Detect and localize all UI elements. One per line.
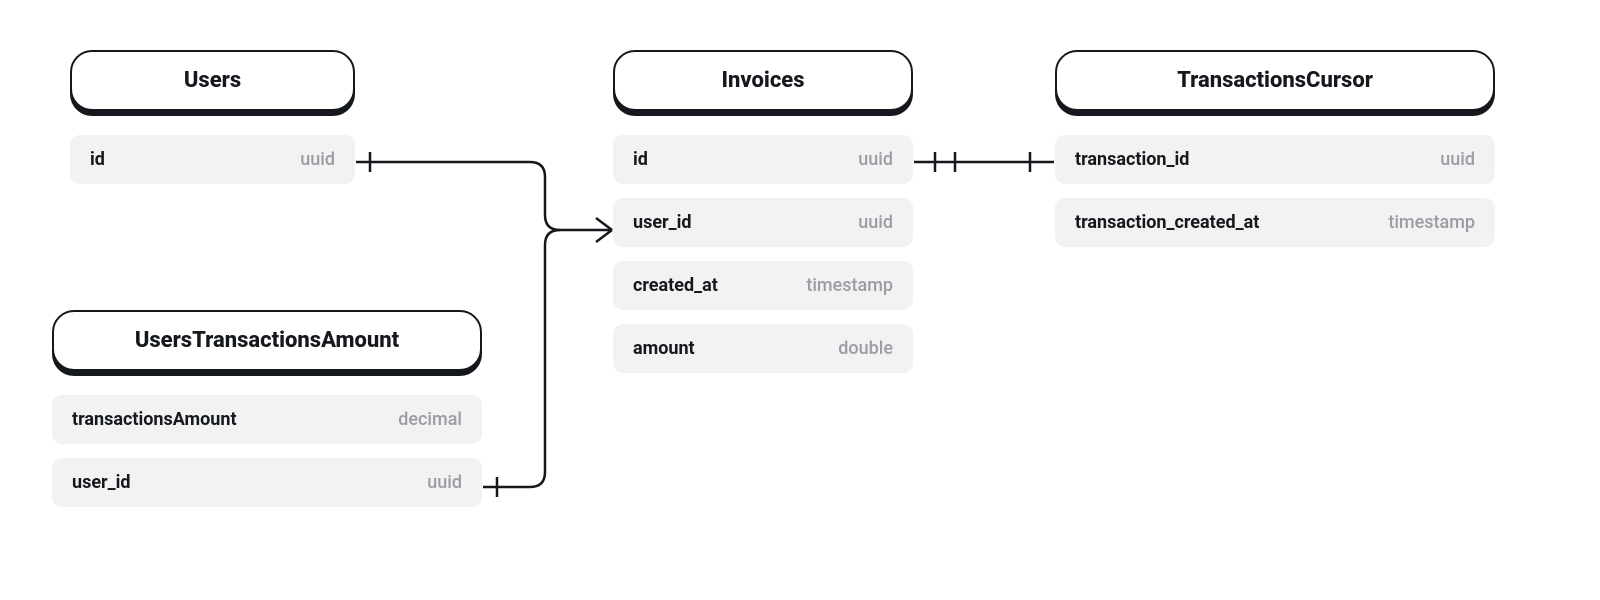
field-users-id: id uuid (70, 135, 355, 184)
relationship-uta-invoices (483, 230, 560, 497)
field-name: user_id (633, 212, 692, 233)
field-uta-user-id: user_id uuid (52, 458, 482, 507)
entity-transactions-cursor: TransactionsCursor transaction_id uuid t… (1055, 50, 1495, 261)
entity-users-header: Users (70, 50, 355, 111)
field-name: id (90, 149, 105, 170)
field-name: amount (633, 338, 695, 359)
field-tc-transaction-created-at: transaction_created_at timestamp (1055, 198, 1495, 247)
field-type: decimal (398, 409, 462, 430)
field-invoices-amount: amount double (613, 324, 913, 373)
field-invoices-id: id uuid (613, 135, 913, 184)
field-type: uuid (858, 212, 893, 233)
entity-tc-header: TransactionsCursor (1055, 50, 1495, 111)
entity-uta-title: UsersTransactionsAmount (135, 328, 399, 353)
field-type: uuid (1440, 149, 1475, 170)
field-type: timestamp (1388, 212, 1475, 233)
field-type: uuid (858, 149, 893, 170)
field-invoices-user-id: user_id uuid (613, 198, 913, 247)
field-name: transaction_created_at (1075, 212, 1259, 233)
field-invoices-created-at: created_at timestamp (613, 261, 913, 310)
field-type: timestamp (806, 275, 893, 296)
field-name: created_at (633, 275, 718, 296)
field-type: uuid (427, 472, 462, 493)
field-type: double (838, 338, 893, 359)
field-name: id (633, 149, 648, 170)
entity-users: Users id uuid (70, 50, 355, 198)
entity-invoices-title: Invoices (721, 68, 804, 93)
entity-users-transactions-amount: UsersTransactionsAmount transactionsAmou… (52, 310, 482, 521)
field-name: transactionsAmount (72, 409, 237, 430)
entity-uta-header: UsersTransactionsAmount (52, 310, 482, 371)
relationship-invoices-tc (914, 152, 1054, 172)
field-name: transaction_id (1075, 149, 1189, 170)
field-name: user_id (72, 472, 131, 493)
entity-tc-title: TransactionsCursor (1177, 68, 1373, 93)
relationship-users-invoices (356, 152, 612, 242)
field-type: uuid (300, 149, 335, 170)
field-tc-transaction-id: transaction_id uuid (1055, 135, 1495, 184)
field-uta-transactions-amount: transactionsAmount decimal (52, 395, 482, 444)
entity-invoices-header: Invoices (613, 50, 913, 111)
entity-invoices: Invoices id uuid user_id uuid created_at… (613, 50, 913, 387)
entity-users-title: Users (184, 68, 241, 93)
